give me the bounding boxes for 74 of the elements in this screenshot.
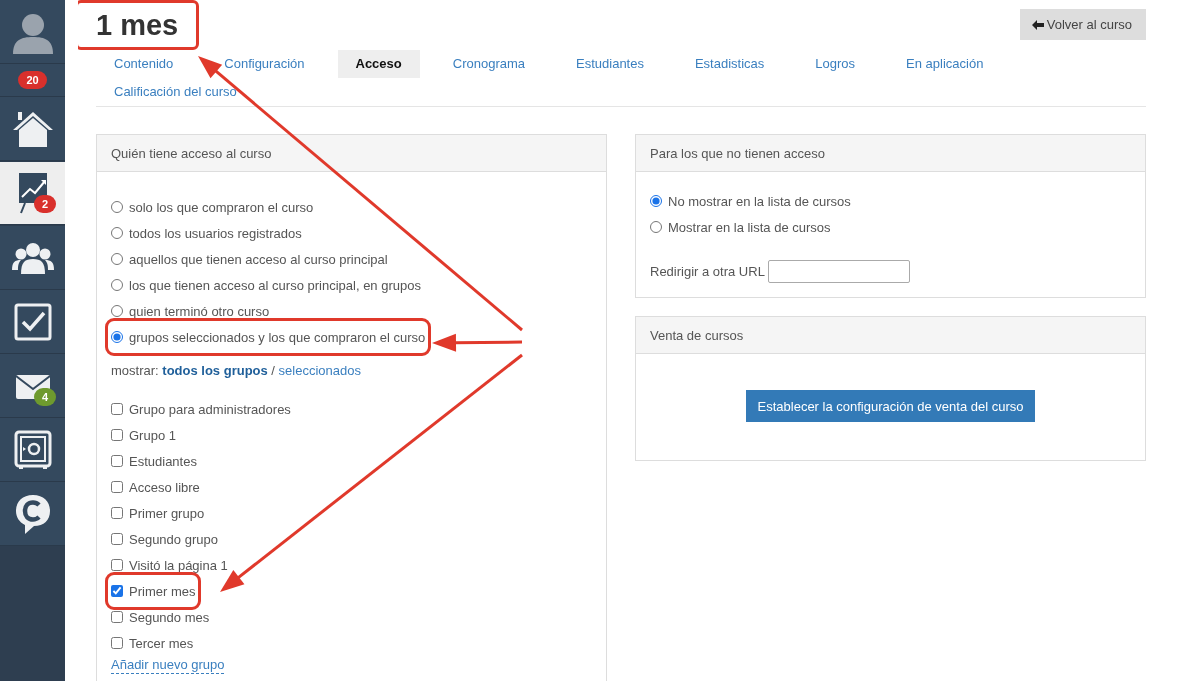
separator: / (270, 362, 276, 378)
group-label: Visitó la página 1 (129, 557, 228, 573)
sales-settings-button[interactable]: Establecer la configuración de venta del curso (745, 390, 1036, 422)
checkbox[interactable] (111, 481, 123, 493)
tab[interactable]: Logros (797, 50, 874, 78)
filter-link[interactable]: seleccionados (278, 362, 361, 378)
group-label: Acceso libre (129, 479, 200, 495)
group-label: Estudiantes (129, 453, 197, 469)
checkbox[interactable] (111, 533, 123, 545)
checkbox[interactable] (111, 507, 123, 519)
radio-button[interactable] (111, 227, 123, 239)
checkbox[interactable] (111, 455, 123, 467)
checkbox[interactable] (111, 637, 123, 649)
radio-button[interactable] (111, 305, 123, 317)
tab[interactable]: Contenido (96, 50, 192, 78)
field-label: Redirigir a otra URL (650, 264, 765, 279)
sidebar-item[interactable] (0, 290, 65, 354)
sidebar-item[interactable] (0, 97, 65, 161)
sidebar-item[interactable] (0, 482, 65, 546)
tab[interactable]: Calificación del curso (96, 78, 255, 106)
radio-button[interactable] (111, 279, 123, 291)
option-label: todos los usuarios registrados (129, 225, 302, 241)
checkbox[interactable] (111, 585, 123, 597)
group-label: Segundo mes (129, 609, 210, 625)
sidebar-item[interactable] (0, 226, 65, 290)
group-label: Primer mes (129, 583, 196, 599)
option-label: grupos seleccionados y los que compraron el curso (129, 329, 426, 345)
filter-label: mostrar: (111, 362, 159, 378)
radio-button[interactable] (650, 221, 662, 233)
chat-bubble-icon (13, 492, 52, 535)
page-title: 1 mes (78, 3, 197, 47)
group-label: Segundo grupo (129, 531, 218, 547)
tab[interactable]: Cronograma (434, 50, 543, 78)
tab[interactable]: Configuración (206, 50, 323, 78)
checkbox[interactable] (111, 559, 123, 571)
group-label: Grupo para administradores (129, 401, 291, 417)
sidebar-item[interactable]: 4 (0, 354, 65, 418)
group-label: Tercer mes (129, 635, 194, 651)
count-badge: 20 (18, 71, 47, 89)
radio-button[interactable] (111, 201, 123, 213)
panel-header: Para los que no tienen acceso (636, 135, 1145, 172)
checkbox-icon (13, 302, 52, 341)
option-label: solo los que compraron el curso (129, 199, 314, 215)
radio-button[interactable] (650, 195, 662, 207)
group-label: Grupo 1 (129, 427, 176, 443)
sidebar-item[interactable]: 2 (0, 162, 65, 225)
option-label: quien terminó otro curso (129, 303, 270, 319)
sidebar-item[interactable] (0, 418, 65, 482)
sidebar-item[interactable] (0, 0, 65, 64)
tab[interactable]: Acceso (337, 50, 420, 78)
safe-icon (13, 429, 52, 470)
left-arrow-icon (1031, 19, 1044, 30)
option-label: aquellos que tienen acceso al curso principal (129, 251, 388, 267)
panel-header: Quién tiene acceso al curso (97, 135, 606, 172)
sidebar-item[interactable]: 20 (0, 64, 65, 97)
count-badge: 4 (33, 388, 56, 406)
filter-link[interactable]: todos los grupos (162, 362, 268, 378)
checkbox[interactable] (111, 429, 123, 441)
checkbox[interactable] (111, 611, 123, 623)
group-label: Primer grupo (129, 505, 205, 521)
option-label: No mostrar en la lista de cursos (668, 193, 851, 209)
option-label: los que tienen acceso al curso principal, en grupos (129, 277, 421, 293)
count-badge: 2 (33, 195, 56, 213)
checkbox[interactable] (111, 403, 123, 415)
tab[interactable]: En aplicación (888, 50, 1002, 78)
option-label: Mostrar en la lista de cursos (668, 219, 831, 235)
tab[interactable]: Estudiantes (558, 50, 662, 78)
url-input-field[interactable] (767, 260, 910, 283)
tab[interactable]: Estadisticas (676, 50, 783, 78)
panel-header: Venta de cursos (636, 317, 1145, 354)
back-button[interactable]: Volver al curso (1019, 9, 1146, 40)
radio-button[interactable] (111, 253, 123, 265)
radio-button[interactable] (111, 331, 123, 343)
add-group-link[interactable]: Añadir nuevo grupo (111, 656, 225, 674)
